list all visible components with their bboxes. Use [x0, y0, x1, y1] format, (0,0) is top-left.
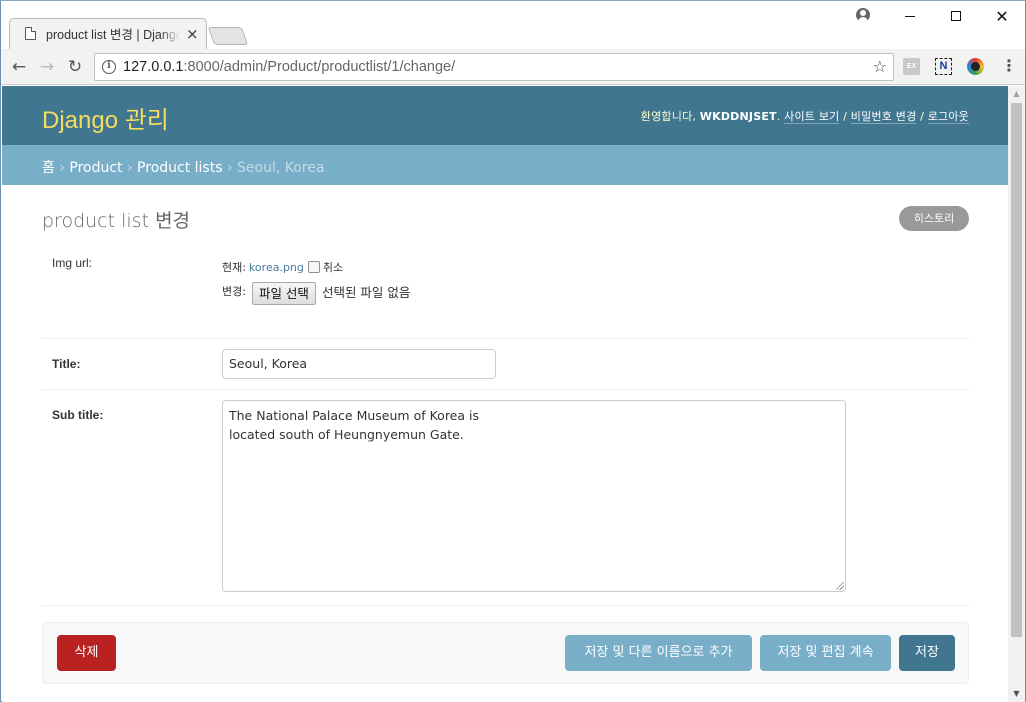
browser-titlebar: product list 변경 | Django × ✕: [1, 1, 1025, 49]
resize-grip-icon[interactable]: [836, 582, 844, 590]
page-scrollbar[interactable]: ▲ ▼: [1008, 86, 1025, 702]
choose-file-button[interactable]: 파일 선택: [251, 282, 316, 305]
extension-color-icon[interactable]: [967, 58, 984, 75]
save-continue-button[interactable]: 저장 및 편집 계속: [760, 635, 891, 671]
sub-title-label: Sub title:: [52, 408, 104, 422]
extension-ex-icon[interactable]: EX: [903, 58, 920, 75]
back-button[interactable]: ←: [7, 55, 31, 79]
new-tab-button[interactable]: [207, 27, 249, 45]
img-url-label: Img url:: [52, 256, 93, 270]
welcome-text: 환영합니다,: [640, 110, 700, 123]
title-input[interactable]: Seoul, Korea: [222, 349, 496, 379]
page-viewport: Django 관리 환영합니다, WKDDNJSET. 사이트 보기 / 비밀번…: [2, 86, 1008, 702]
breadcrumb: 홈 › Product › Product lists › Seoul, Kor…: [2, 145, 1008, 185]
close-window-button[interactable]: ✕: [979, 1, 1025, 31]
forward-button[interactable]: →: [35, 55, 59, 79]
url-host: 127.0.0.1: [123, 59, 184, 75]
form-row-img-url: Img url: 현재: korea.png 취소 변경: 파일 선택 선택된 …: [42, 241, 969, 339]
maximize-icon: [951, 11, 961, 21]
browser-tab-content[interactable]: product list 변경 | Django ×: [15, 18, 209, 49]
arrow-left-icon: ←: [11, 57, 27, 77]
current-label: 현재:: [222, 261, 246, 274]
browser-toolbar: ← → ↻ i 127.0.0.1:8000/admin/Product/pro…: [1, 49, 1025, 85]
separator: /: [916, 110, 928, 123]
change-file-line: 변경: 파일 선택 선택된 파일 없음: [222, 282, 411, 305]
scroll-down-icon[interactable]: ▼: [1008, 686, 1025, 702]
username: WKDDNJSET: [699, 110, 777, 123]
browser-window: product list 변경 | Django × ✕ ← → ↻ i 127…: [0, 0, 1026, 702]
browser-menu-icon[interactable]: ⋮: [1001, 57, 1017, 75]
clear-checkbox[interactable]: [307, 261, 320, 273]
title-label: Title:: [52, 357, 81, 371]
form-row-sub-title: Sub title: The National Palace Museum of…: [42, 390, 969, 606]
no-file-text: 선택된 파일 없음: [321, 285, 411, 300]
bookmark-star-icon[interactable]: ☆: [873, 57, 887, 76]
scrollbar-thumb[interactable]: [1011, 103, 1022, 637]
tab-title: product list 변경 | Django: [46, 28, 180, 42]
minimize-button[interactable]: [887, 1, 933, 31]
breadcrumb-separator: ›: [122, 160, 138, 176]
history-button[interactable]: 히스토리: [899, 206, 969, 231]
info-icon[interactable]: i: [102, 60, 116, 74]
breadcrumb-separator: ›: [222, 160, 238, 176]
minimize-icon: [905, 15, 915, 17]
close-icon: ✕: [995, 6, 1009, 26]
reload-icon: ↻: [67, 57, 83, 77]
logout-link[interactable]: 로그아웃: [927, 110, 969, 124]
current-file-line: 현재: korea.png 취소: [222, 259, 343, 275]
form-row-title: Title: Seoul, Korea: [42, 339, 969, 390]
url-text: 127.0.0.1:8000/admin/Product/productlist…: [123, 59, 455, 75]
tab-close-icon[interactable]: ×: [186, 25, 199, 43]
sub-title-textarea[interactable]: The National Palace Museum of Korea is l…: [222, 400, 846, 592]
scroll-up-icon[interactable]: ▲: [1008, 86, 1025, 102]
submit-row: 삭제 저장 및 다른 이름으로 추가 저장 및 편집 계속 저장: [42, 622, 969, 684]
site-branding[interactable]: Django 관리: [42, 100, 169, 135]
separator: /: [839, 110, 851, 123]
change-label: 변경:: [222, 285, 246, 298]
current-file-link[interactable]: korea.png: [249, 261, 304, 274]
page-document-icon: [25, 27, 36, 40]
reload-button[interactable]: ↻: [63, 55, 87, 79]
breadcrumb-current: Seoul, Korea: [237, 160, 325, 176]
extension-n-icon[interactable]: N: [935, 58, 952, 75]
breadcrumb-model[interactable]: Product lists: [137, 160, 222, 176]
breadcrumb-home[interactable]: 홈: [42, 160, 55, 176]
address-bar[interactable]: i 127.0.0.1:8000/admin/Product/productli…: [94, 53, 894, 81]
sub-title-text: The National Palace Museum of Korea is l…: [229, 408, 479, 442]
change-password-link[interactable]: 비밀번호 변경: [850, 110, 917, 124]
save-add-another-button[interactable]: 저장 및 다른 이름으로 추가: [565, 635, 752, 671]
page-title: product list 변경: [42, 210, 191, 232]
clear-label[interactable]: 취소: [323, 259, 343, 275]
profile-icon[interactable]: [856, 8, 870, 22]
window-controls: ✕: [887, 1, 1025, 31]
arrow-right-icon: →: [39, 57, 55, 77]
breadcrumb-separator: ›: [54, 160, 70, 176]
delete-button[interactable]: 삭제: [57, 635, 116, 671]
url-path: :8000/admin/Product/productlist/1/change…: [183, 59, 456, 75]
maximize-button[interactable]: [933, 1, 979, 31]
user-tools: 환영합니다, WKDDNJSET. 사이트 보기 / 비밀번호 변경 / 로그아…: [641, 108, 969, 124]
view-site-link[interactable]: 사이트 보기: [784, 110, 840, 124]
save-button[interactable]: 저장: [899, 635, 955, 671]
breadcrumb-app[interactable]: Product: [69, 160, 122, 176]
admin-header: Django 관리 환영합니다, WKDDNJSET. 사이트 보기 / 비밀번…: [2, 86, 1008, 145]
